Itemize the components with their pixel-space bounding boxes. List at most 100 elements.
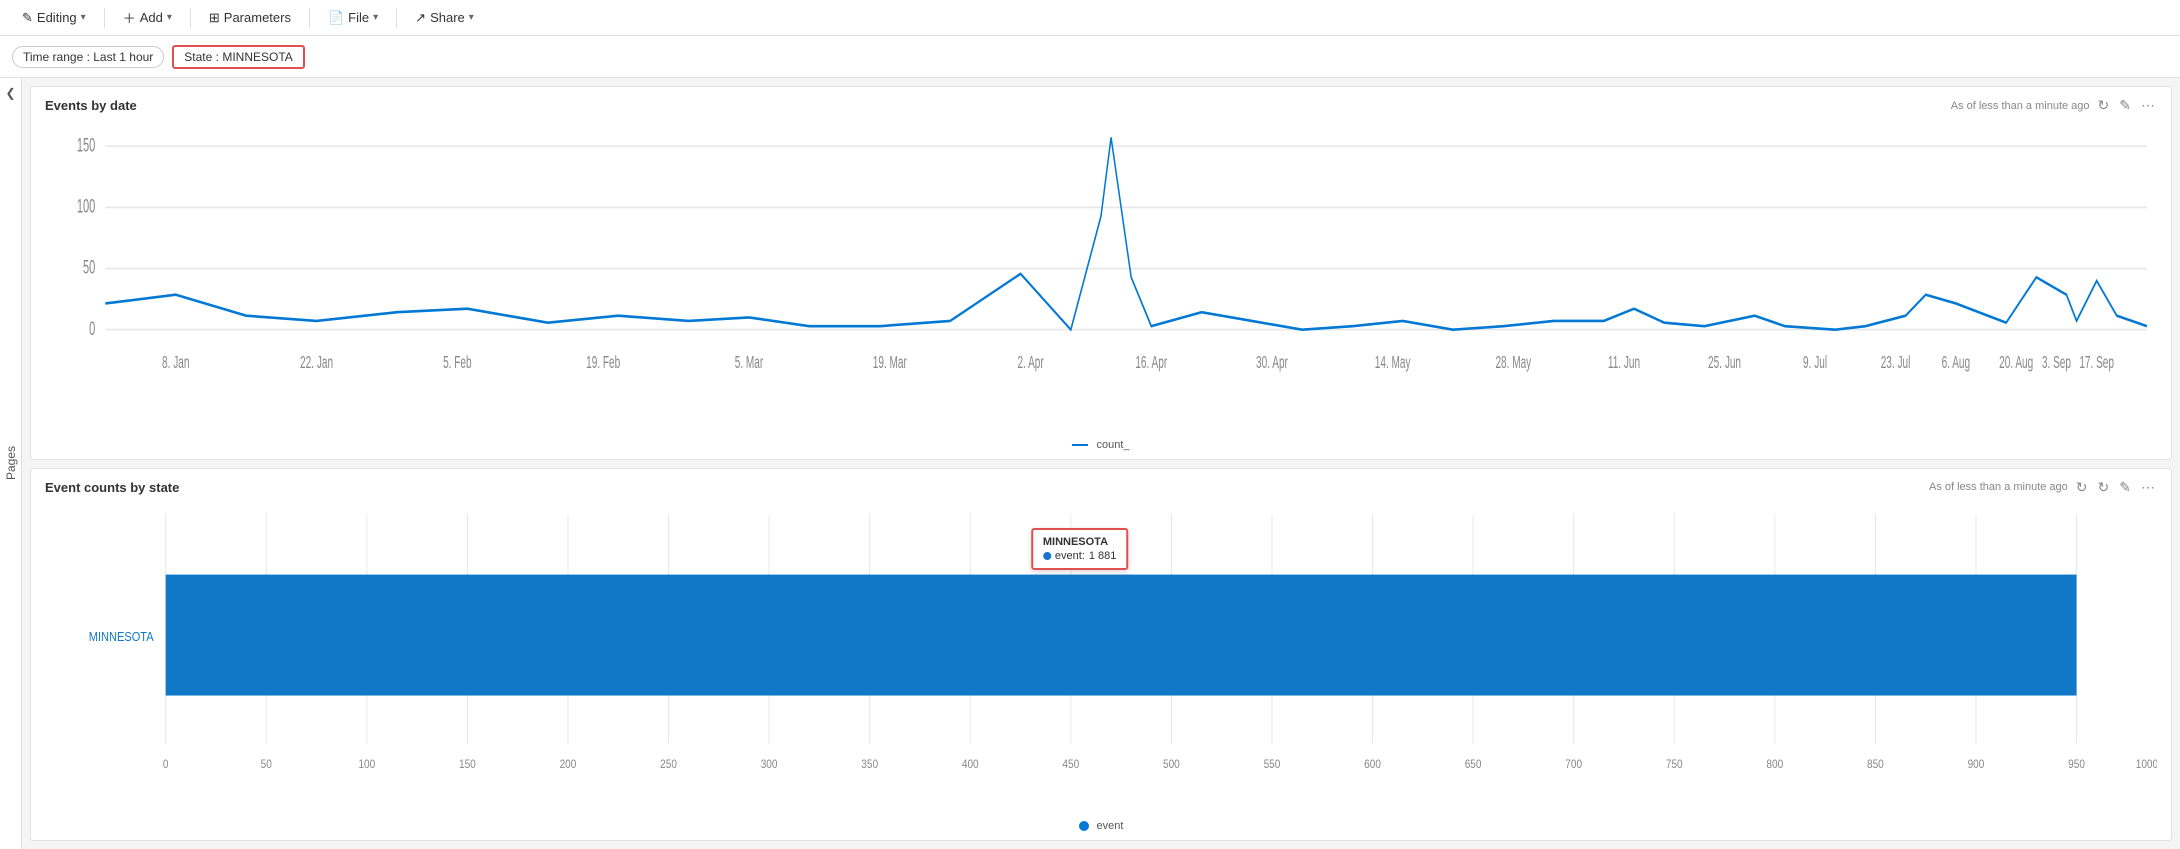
separator-2: [190, 8, 191, 28]
svg-text:150: 150: [77, 136, 96, 157]
svg-text:5. Mar: 5. Mar: [735, 353, 764, 373]
chart2-title: Event counts by state: [45, 480, 179, 495]
pages-sidebar: ❮ Pages: [0, 78, 22, 849]
svg-text:100: 100: [77, 197, 96, 218]
charts-area: Events by date As of less than a minute …: [22, 78, 2180, 849]
svg-text:450: 450: [1062, 758, 1079, 771]
chart2-refresh-button[interactable]: ↻: [2074, 479, 2090, 496]
share-button[interactable]: ↗ Share ▾: [405, 6, 484, 30]
svg-text:MINNESOTA: MINNESOTA: [89, 629, 155, 644]
svg-text:750: 750: [1666, 758, 1683, 771]
svg-text:600: 600: [1364, 758, 1381, 771]
share-icon: ↗: [415, 10, 426, 26]
sidebar-collapse-arrow[interactable]: ❮: [5, 86, 15, 100]
svg-text:23. Jul: 23. Jul: [1881, 353, 1911, 373]
svg-text:400: 400: [962, 758, 979, 771]
pages-sidebar-label: Pages: [4, 446, 18, 480]
editing-label: Editing: [37, 10, 77, 25]
svg-text:5. Feb: 5. Feb: [443, 353, 472, 373]
chart2-legend-dot: [1079, 821, 1089, 831]
chart1-svg: 150 100 50 0 8. Jan 22. Jan 5. Feb 19. F…: [45, 120, 2157, 435]
separator-4: [396, 8, 397, 28]
svg-text:0: 0: [89, 319, 95, 340]
parameters-icon: ⊞: [209, 10, 220, 26]
share-label: Share: [430, 10, 465, 25]
svg-text:300: 300: [761, 758, 778, 771]
svg-text:20. Aug: 20. Aug: [1999, 353, 2033, 373]
svg-text:350: 350: [861, 758, 878, 771]
toolbar: ✎ Editing ▾ ＋ Add ▾ ⊞ Parameters 📄 File …: [0, 0, 2180, 36]
svg-text:900: 900: [1968, 758, 1985, 771]
chart2-legend-label: event: [1097, 820, 1124, 832]
svg-text:16. Apr: 16. Apr: [1135, 353, 1167, 373]
svg-text:17. Sep: 17. Sep: [2079, 353, 2114, 373]
file-label: File: [348, 10, 369, 25]
add-chevron-icon: ▾: [167, 12, 172, 23]
svg-text:6. Aug: 6. Aug: [1942, 353, 1971, 373]
add-label: Add: [140, 10, 163, 25]
chart2-status: As of less than a minute ago: [1929, 481, 2068, 493]
parameters-label: Parameters: [224, 10, 291, 25]
chart2-header: Event counts by state As of less than a …: [45, 479, 2157, 496]
parameters-button[interactable]: ⊞ Parameters: [199, 6, 301, 30]
time-range-label: Time range : Last 1 hour: [23, 50, 153, 64]
time-range-filter[interactable]: Time range : Last 1 hour: [12, 46, 164, 68]
svg-text:950: 950: [2068, 758, 2085, 771]
chart1-legend: count_: [45, 439, 2157, 451]
svg-text:19. Mar: 19. Mar: [873, 353, 907, 373]
chart1-legend-line: [1072, 444, 1088, 446]
svg-text:30. Apr: 30. Apr: [1256, 353, 1288, 373]
chart1-panel: Events by date As of less than a minute …: [30, 86, 2172, 460]
state-filter[interactable]: State : MINNESOTA: [172, 45, 304, 69]
editing-button[interactable]: ✎ Editing ▾: [12, 6, 96, 30]
state-label: State : MINNESOTA: [184, 50, 292, 64]
edit-icon: ✎: [22, 10, 33, 26]
svg-text:11. Jun: 11. Jun: [1608, 353, 1640, 373]
svg-text:200: 200: [560, 758, 577, 771]
svg-text:650: 650: [1465, 758, 1482, 771]
svg-text:14. May: 14. May: [1375, 353, 1411, 373]
chart1-actions: As of less than a minute ago ↻ ✎ ⋯: [1951, 97, 2157, 114]
chart1-legend-label: count_: [1096, 439, 1129, 451]
chart2-actions: As of less than a minute ago ↻ ↻ ✎ ⋯: [1929, 479, 2157, 496]
chart2-legend: event: [45, 820, 2157, 832]
chart1-title: Events by date: [45, 98, 137, 113]
chart2-svg: MINNESOTA 0 50 100 150 200 250 300 350 4…: [45, 502, 2157, 817]
svg-text:150: 150: [459, 758, 476, 771]
svg-text:100: 100: [358, 758, 375, 771]
chart1-refresh-button[interactable]: ↻: [2096, 97, 2112, 114]
main-content: ❮ Pages Events by date As of less than a…: [0, 78, 2180, 849]
chart2-refresh2-button[interactable]: ↻: [2096, 479, 2112, 496]
chart2-edit-button[interactable]: ✎: [2117, 479, 2133, 496]
chart2-svg-container: MINNESOTA 0 50 100 150 200 250 300 350 4…: [45, 502, 2157, 817]
file-button[interactable]: 📄 File ▾: [318, 6, 388, 30]
svg-text:2. Apr: 2. Apr: [1017, 353, 1043, 373]
svg-text:500: 500: [1163, 758, 1180, 771]
svg-text:50: 50: [261, 758, 272, 771]
svg-text:25. Jun: 25. Jun: [1708, 353, 1741, 373]
add-icon: ＋: [123, 8, 136, 27]
share-chevron-icon: ▾: [469, 12, 474, 23]
svg-text:800: 800: [1766, 758, 1783, 771]
svg-text:3. Sep: 3. Sep: [2042, 353, 2071, 373]
chart1-more-button[interactable]: ⋯: [2139, 97, 2157, 114]
chart2-more-button[interactable]: ⋯: [2139, 479, 2157, 496]
svg-text:550: 550: [1264, 758, 1281, 771]
file-icon: 📄: [328, 10, 344, 26]
svg-text:250: 250: [660, 758, 677, 771]
svg-text:28. May: 28. May: [1495, 353, 1531, 373]
svg-text:700: 700: [1565, 758, 1582, 771]
filter-bar: Time range : Last 1 hour State : MINNESO…: [0, 36, 2180, 78]
svg-text:8. Jan: 8. Jan: [162, 353, 189, 373]
svg-text:50: 50: [83, 258, 95, 279]
chart1-header: Events by date As of less than a minute …: [45, 97, 2157, 114]
chart2-panel: Event counts by state As of less than a …: [30, 468, 2172, 842]
svg-text:22. Jan: 22. Jan: [300, 353, 333, 373]
svg-text:850: 850: [1867, 758, 1884, 771]
svg-text:1000: 1000: [2136, 758, 2157, 771]
chart1-edit-button[interactable]: ✎: [2117, 97, 2133, 114]
add-button[interactable]: ＋ Add ▾: [113, 4, 182, 31]
editing-chevron-icon: ▾: [81, 12, 86, 23]
chart1-status: As of less than a minute ago: [1951, 100, 2090, 112]
svg-text:19. Feb: 19. Feb: [586, 353, 620, 373]
